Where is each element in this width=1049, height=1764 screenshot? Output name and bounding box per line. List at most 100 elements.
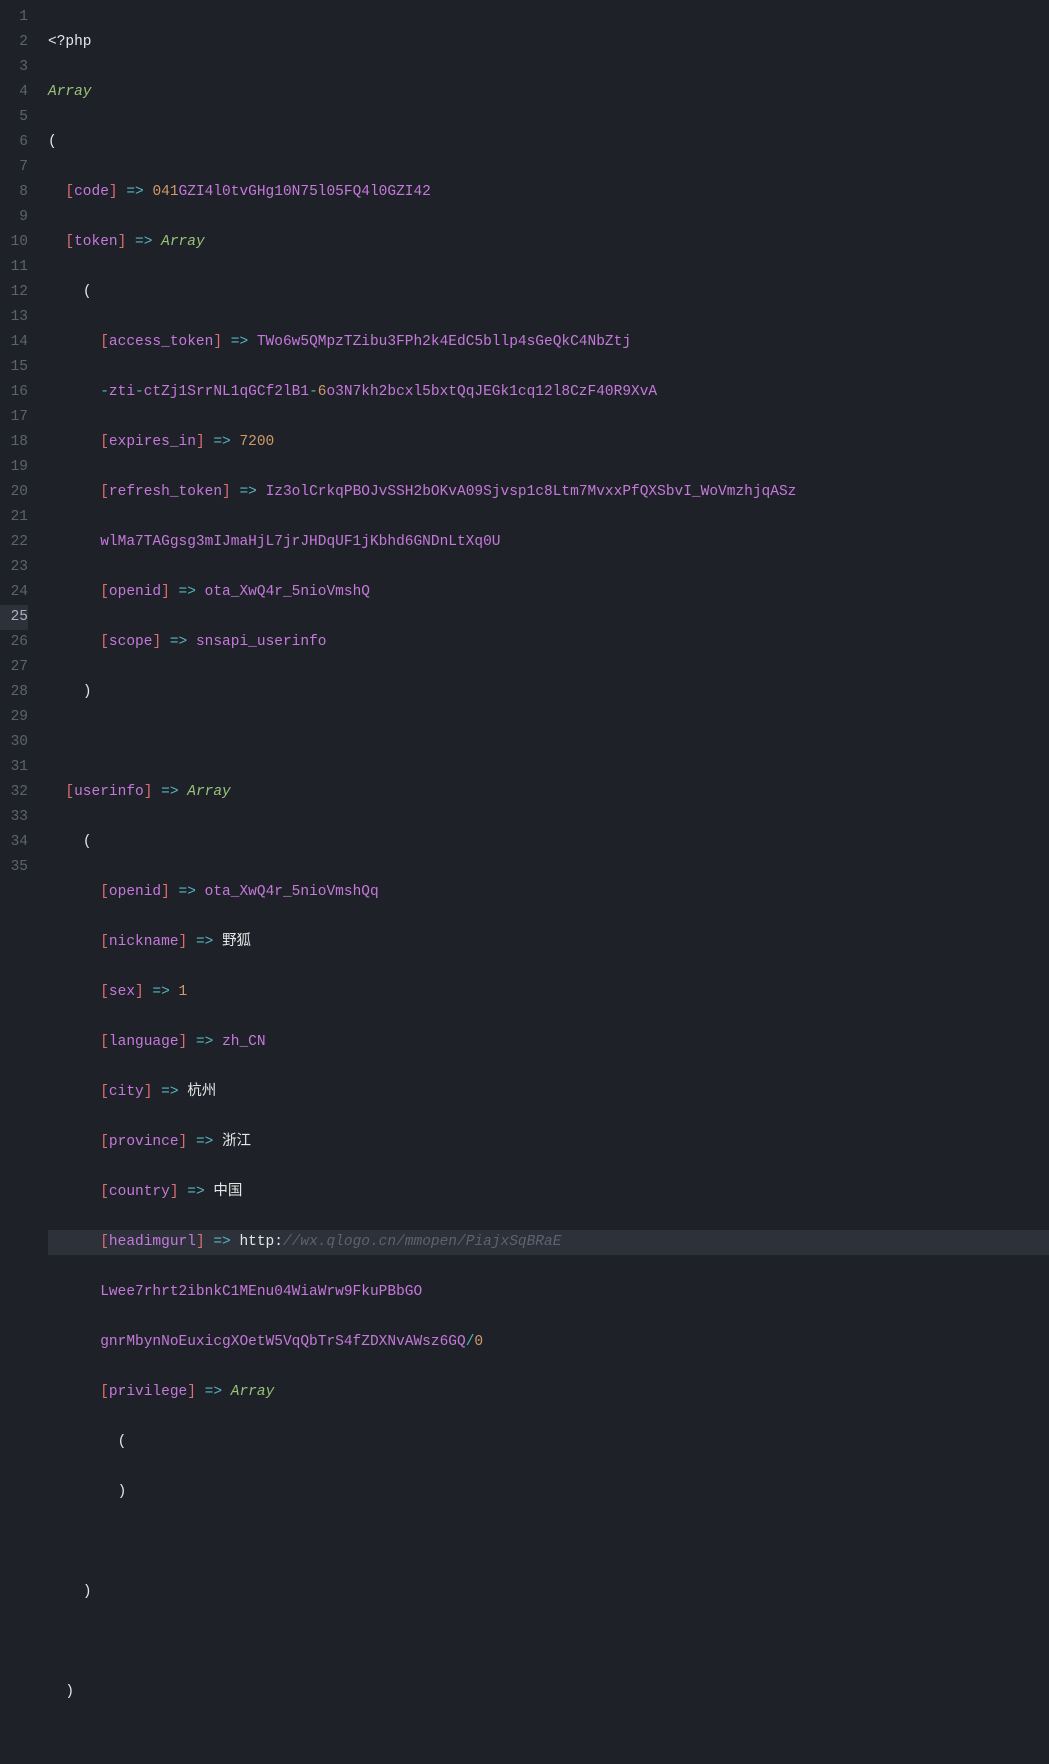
bracket: ] [152,634,161,650]
line-number: 4 [0,80,28,105]
code-line: [country] => 中国 [48,1180,1049,1205]
line-number: 13 [0,305,28,330]
bracket: ] [135,984,144,1000]
code-line: [openid] => ota_XwQ4r_5nioVmshQ [48,580,1049,605]
paren: ( [48,134,57,150]
code-editor: 1234567891011121314151617181920212223242… [0,0,1049,882]
arrow: => [187,934,222,950]
line-number-gutter: 1234567891011121314151617181920212223242… [0,0,40,882]
code-line: [token] => Array [48,230,1049,255]
dash: - [309,384,318,400]
dash: - [100,384,109,400]
key: openid [109,584,161,600]
value: ota_XwQ4r_5nioVmshQq [205,884,379,900]
code-line: ( [48,130,1049,155]
arrow: => [205,434,240,450]
line-number: 10 [0,230,28,255]
value-num: 0 [474,1334,483,1350]
code-line: [expires_in] => 7200 [48,430,1049,455]
value: ctZj1SrrNL1qGCf2lB1 [144,384,309,400]
key: openid [109,884,161,900]
code-line: [code] => 041GZI4l0tvGHg10N75l05FQ4l0GZI… [48,180,1049,205]
line-number: 1 [0,5,28,30]
line-number: 23 [0,555,28,580]
bracket: ] [170,1184,179,1200]
line-number: 20 [0,480,28,505]
bracket: [ [65,784,74,800]
key: nickname [109,934,179,950]
key: scope [109,634,153,650]
bracket: ] [222,484,231,500]
paren: ) [83,1584,92,1600]
slash: / [466,1334,475,1350]
line-number: 2 [0,30,28,55]
code-line: wlMa7TAGgsg3mIJmaHjL7jrJHDqUF1jKbhd6GNDn… [48,530,1049,555]
line-number: 30 [0,730,28,755]
key: userinfo [74,784,144,800]
value: TWo6w5QMpzTZibu3FPh2k4EdC5bllp4sGeQkC4Nb… [257,334,631,350]
code-line: [openid] => ota_XwQ4r_5nioVmshQq [48,880,1049,905]
line-number: 5 [0,105,28,130]
value: zti [109,384,135,400]
bracket: ] [161,584,170,600]
arrow: => [152,784,187,800]
value: wlMa7TAGgsg3mIJmaHjL7jrJHDqUF1jKbhd6GNDn… [100,534,500,550]
code-line [48,1630,1049,1655]
key: language [109,1034,179,1050]
bracket: [ [65,184,74,200]
bracket: [ [100,484,109,500]
value: GZI4l0tvGHg10N75l05FQ4l0GZI42 [179,184,431,200]
line-number: 32 [0,780,28,805]
code-line: [language] => zh_CN [48,1030,1049,1055]
code-line: [nickname] => 野狐 [48,930,1049,955]
line-number: 31 [0,755,28,780]
arrow: => [179,1184,214,1200]
bracket: ] [179,1134,188,1150]
value: Lwee7rhrt2ibnkC1MEnu04WiaWrw9FkuPBbGO [100,1284,422,1300]
line-number: 26 [0,630,28,655]
value: 中国 [213,1184,242,1200]
arrow: => [170,884,205,900]
line-number: 35 [0,855,28,880]
paren: ) [118,1484,127,1500]
value-url: //wx.qlogo.cn/mmopen/PiajxSqBRaE [283,1234,561,1250]
line-number: 17 [0,405,28,430]
key: city [109,1084,144,1100]
bracket: ] [196,1234,205,1250]
code-line: gnrMbynNoEuxicgXOetW5VqQbTrS4fZDXNvAWsz6… [48,1330,1049,1355]
code-line [48,1730,1049,1755]
code-line: Lwee7rhrt2ibnkC1MEnu04WiaWrw9FkuPBbGO [48,1280,1049,1305]
code-area[interactable]: <?php Array ( [code] => 041GZI4l0tvGHg10… [40,0,1049,882]
paren: ( [118,1434,127,1450]
value: o3N7kh2bcxl5bxtQqJEGk1cq12l8CzF40R9XvA [326,384,657,400]
array-keyword: Array [187,784,231,800]
code-line: ( [48,1430,1049,1455]
key: refresh_token [109,484,222,500]
line-number: 9 [0,205,28,230]
line-number: 6 [0,130,28,155]
code-line: [userinfo] => Array [48,780,1049,805]
paren: ) [65,1684,74,1700]
value: 野狐 [222,934,251,950]
bracket: [ [100,634,109,650]
line-number: 14 [0,330,28,355]
line-number: 16 [0,380,28,405]
bracket: ] [144,1084,153,1100]
bracket: [ [100,934,109,950]
arrow: => [196,1384,231,1400]
code-line: ) [48,1480,1049,1505]
key: country [109,1184,170,1200]
key: access_token [109,334,213,350]
key: code [74,184,109,200]
bracket: [ [100,1084,109,1100]
line-number: 34 [0,830,28,855]
code-line: [refresh_token] => Iz3olCrkqPBOJvSSH2bOK… [48,480,1049,505]
code-line [48,1530,1049,1555]
bracket: ] [196,434,205,450]
value: 浙江 [222,1134,251,1150]
value-num: 041 [152,184,178,200]
value: snsapi_userinfo [196,634,327,650]
code-line: Array [48,80,1049,105]
code-line: ( [48,830,1049,855]
paren: ( [83,834,92,850]
